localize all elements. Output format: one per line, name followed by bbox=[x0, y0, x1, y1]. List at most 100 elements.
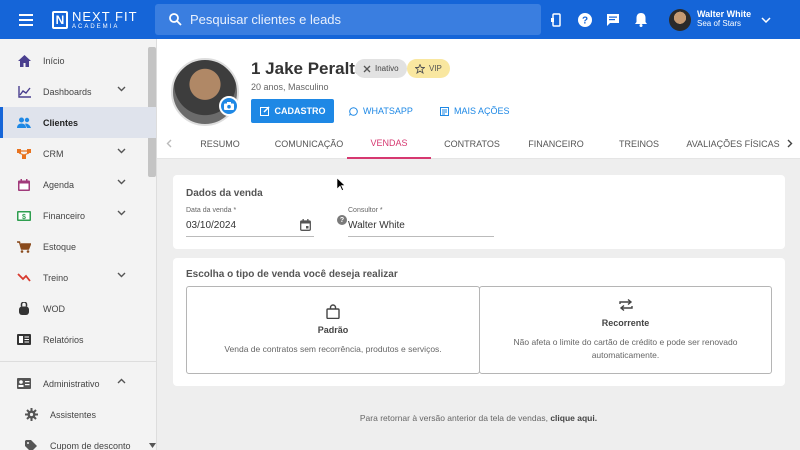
date-field[interactable]: 03/10/2024 bbox=[186, 220, 236, 231]
sidebar-item-label: Treino bbox=[43, 272, 69, 283]
sidebar-item-administrativo[interactable]: Administrativo bbox=[0, 368, 156, 399]
tab-comunicacao[interactable]: COMUNICAÇÃO bbox=[267, 128, 351, 159]
edit-icon bbox=[259, 106, 270, 116]
logo-sub-text: ACADEMIA bbox=[72, 23, 120, 30]
chevron-up-icon bbox=[117, 378, 126, 384]
sidebar: Início Dashboards Clientes CRM Agenda $ … bbox=[0, 39, 157, 450]
sidebar-item-assistentes[interactable]: Assistentes bbox=[0, 399, 156, 430]
chart-icon bbox=[17, 85, 31, 99]
sidebar-item-cupom[interactable]: Cupom de desconto bbox=[0, 430, 156, 450]
consultant-field[interactable]: Walter White bbox=[348, 220, 405, 231]
more-actions-label: MAIS AÇÕES bbox=[454, 106, 510, 116]
option-padrao[interactable]: Padrão Venda de contratos sem recorrênci… bbox=[186, 286, 480, 374]
sidebar-item-dashboards[interactable]: Dashboards bbox=[0, 76, 156, 107]
sidebar-item-label: Administrativo bbox=[43, 378, 100, 389]
whatsapp-icon bbox=[349, 106, 358, 116]
date-label: Data da venda * bbox=[186, 207, 237, 214]
profile-info: 20 anos, Masculino bbox=[251, 82, 329, 92]
option-recorrente-desc-line2: automaticamente. bbox=[591, 350, 660, 360]
sidebar-item-agenda[interactable]: Agenda bbox=[0, 169, 156, 200]
whatsapp-button-label: WHATSAPP bbox=[363, 106, 413, 116]
profile-header: 1 Jake Peralta Inativo VIP 20 anos, Masc… bbox=[157, 39, 800, 159]
cadastro-button[interactable]: CADASTRO bbox=[251, 99, 334, 123]
bag-icon bbox=[326, 304, 340, 320]
help-icon[interactable]: ? bbox=[337, 215, 347, 225]
gear-icon bbox=[24, 408, 38, 422]
close-icon bbox=[363, 65, 371, 72]
sidebar-item-inicio[interactable]: Início bbox=[0, 45, 156, 76]
more-actions-button[interactable]: MAIS AÇÕES bbox=[440, 99, 510, 123]
tab-vendas[interactable]: VENDAS bbox=[347, 128, 431, 159]
logo-icon: N bbox=[52, 10, 68, 29]
list-icon bbox=[440, 106, 449, 116]
whatsapp-button[interactable]: WHATSAPP bbox=[349, 99, 413, 123]
logo-main-text: NEXT FIT bbox=[72, 8, 138, 24]
footer-note: Para retornar à versão anterior da tela … bbox=[157, 413, 800, 423]
sidebar-item-label: Clientes bbox=[43, 117, 79, 128]
sidebar-item-label: Financeiro bbox=[43, 210, 86, 221]
user-menu[interactable]: Walter White Sea of Stars bbox=[669, 8, 771, 31]
sidebar-item-wod[interactable]: WOD bbox=[0, 293, 156, 324]
avatar bbox=[669, 8, 691, 31]
sidebar-item-label: Assistentes bbox=[50, 409, 97, 420]
sidebar-item-crm[interactable]: CRM bbox=[0, 138, 156, 169]
camera-icon[interactable] bbox=[219, 96, 239, 116]
tab-bar: RESUMO COMUNICAÇÃO VENDAS CONTRATOS FINA… bbox=[157, 128, 800, 159]
profile-name: 1 Jake Peralta bbox=[251, 59, 365, 78]
tab-resumo[interactable]: RESUMO bbox=[193, 128, 247, 159]
sidebar-item-label: CRM bbox=[43, 148, 64, 159]
scroll-down-arrow-icon[interactable] bbox=[149, 443, 156, 448]
help-icon[interactable]: ? bbox=[571, 0, 599, 39]
search-icon bbox=[169, 13, 182, 26]
vip-badge[interactable]: VIP bbox=[407, 59, 450, 78]
tab-financeiro[interactable]: FINANCEIRO bbox=[521, 128, 591, 159]
tab-treinos[interactable]: TREINOS bbox=[609, 128, 669, 159]
user-company: Sea of Stars bbox=[697, 19, 742, 29]
chevron-down-icon bbox=[117, 179, 126, 185]
consultant-label: Consultor * bbox=[348, 207, 383, 214]
sidebar-item-financeiro[interactable]: $ Financeiro bbox=[0, 200, 156, 231]
calendar-icon[interactable] bbox=[300, 219, 311, 231]
tab-avaliacoes[interactable]: AVALIAÇÕES FÍSICAS bbox=[685, 128, 781, 159]
chevron-right-icon[interactable] bbox=[782, 128, 798, 159]
home-icon bbox=[17, 54, 31, 68]
tag-icon bbox=[24, 439, 38, 450]
sidebar-item-estoque[interactable]: Estoque bbox=[0, 231, 156, 262]
chevron-left-icon[interactable] bbox=[161, 128, 177, 159]
chat-icon[interactable] bbox=[599, 0, 627, 39]
chevron-down-icon bbox=[117, 210, 126, 216]
option-recorrente-title: Recorrente bbox=[601, 318, 650, 329]
sidebar-item-label: WOD bbox=[43, 303, 65, 314]
sidebar-item-relatorios[interactable]: Relatórios bbox=[0, 324, 156, 355]
device-icon[interactable] bbox=[543, 0, 571, 39]
report-icon bbox=[17, 333, 31, 347]
option-recorrente[interactable]: Recorrente Não afeta o limite do cartão … bbox=[479, 286, 772, 374]
sidebar-item-label: Relatórios bbox=[43, 334, 84, 345]
option-padrao-desc: Venda de contratos sem recorrência, prod… bbox=[224, 344, 442, 355]
status-badge[interactable]: Inativo bbox=[355, 59, 407, 78]
tab-contratos[interactable]: CONTRATOS bbox=[437, 128, 507, 159]
status-badge-label: Inativo bbox=[375, 64, 399, 73]
option-recorrente-desc: Não afeta o limite do cartão de crédito … bbox=[514, 336, 738, 362]
sidebar-item-label: Agenda bbox=[43, 179, 75, 190]
search-input[interactable]: Pesquisar clientes e leads bbox=[155, 4, 541, 35]
sidebar-item-label: Início bbox=[43, 55, 65, 66]
vip-badge-label: VIP bbox=[429, 64, 442, 73]
consultant-underline bbox=[348, 236, 494, 237]
chevron-down-icon bbox=[117, 86, 126, 92]
sidebar-item-label: Dashboards bbox=[43, 86, 92, 97]
sidebar-item-treino[interactable]: Treino bbox=[0, 262, 156, 293]
menu-icon[interactable] bbox=[0, 0, 52, 39]
sidebar-item-clientes[interactable]: Clientes bbox=[0, 107, 156, 138]
sale-type-card: Escolha o tipo de venda você deseja real… bbox=[173, 258, 785, 386]
people-icon bbox=[17, 116, 31, 130]
footer-link[interactable]: clique aqui. bbox=[550, 413, 597, 423]
sidebar-item-label: Estoque bbox=[43, 241, 77, 252]
bell-icon[interactable] bbox=[627, 0, 655, 39]
chevron-down-icon bbox=[117, 148, 126, 154]
search-placeholder: Pesquisar clientes e leads bbox=[190, 12, 342, 27]
admin-icon bbox=[17, 377, 31, 391]
logo[interactable]: N NEXT FIT ACADEMIA bbox=[52, 10, 155, 30]
calendar-icon bbox=[17, 178, 31, 192]
date-underline bbox=[186, 236, 314, 237]
